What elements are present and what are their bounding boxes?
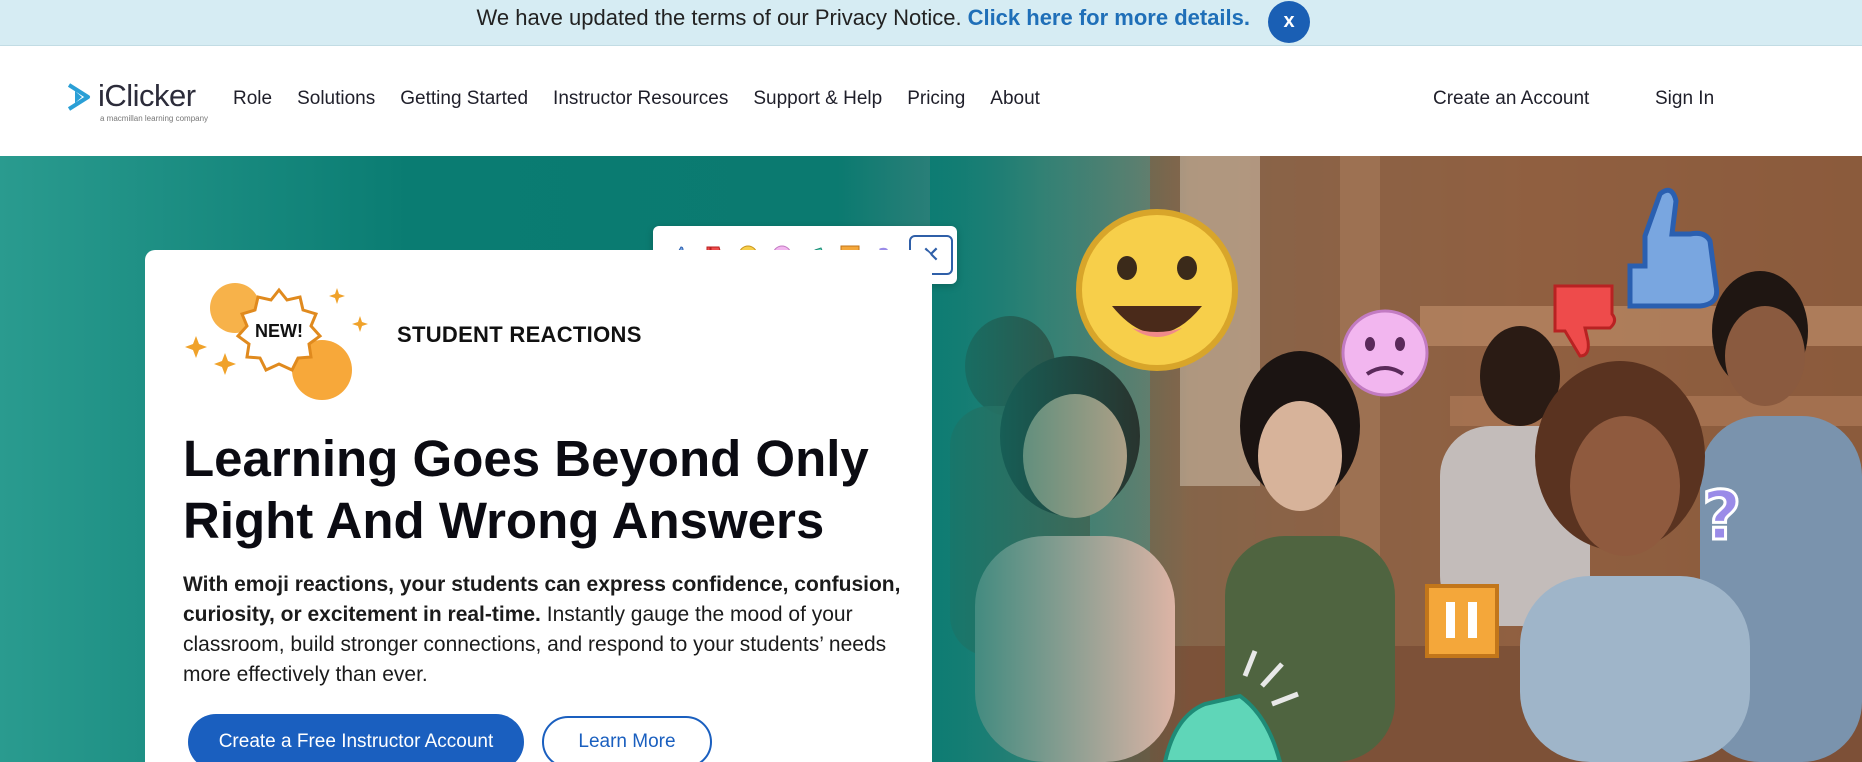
sign-in-link[interactable]: Sign In <box>1655 88 1714 110</box>
logo-tagline: a macmillan learning company <box>100 114 209 123</box>
logo-name: iClicker <box>98 78 196 113</box>
question-mark-emoji-icon: ? <box>1701 476 1743 558</box>
banner-details-link[interactable]: Click here for more details. <box>968 5 1250 30</box>
banner-text: We have updated the terms of our Privacy… <box>476 5 962 30</box>
pause-emoji-icon <box>1425 584 1499 658</box>
nav-item-getting-started[interactable]: Getting Started <box>400 88 528 110</box>
create-free-instructor-account-button[interactable]: Create a Free Instructor Account <box>188 714 524 762</box>
learn-more-button[interactable]: Learn More <box>542 716 712 762</box>
svg-text:?: ? <box>1702 477 1741 556</box>
nav-item-role[interactable]: Role <box>233 88 272 110</box>
nav-item-solutions[interactable]: Solutions <box>297 88 375 110</box>
new-badge-icon: NEW! <box>185 283 368 400</box>
nav-links: Role Solutions Getting Started Instructo… <box>233 88 1040 110</box>
section-eyebrow: STUDENT REACTIONS <box>397 322 642 347</box>
privacy-banner: We have updated the terms of our Privacy… <box>0 0 1862 46</box>
nav-item-instructor-resources[interactable]: Instructor Resources <box>553 88 728 110</box>
create-account-link[interactable]: Create an Account <box>1433 88 1589 110</box>
nav-item-about[interactable]: About <box>990 88 1040 110</box>
play-logo-icon <box>67 83 90 111</box>
hero-card: NEW! STUDENT REACTIONS Learning Goes Bey… <box>145 250 932 762</box>
hero-title: Learning Goes Beyond Only Right And Wron… <box>183 430 869 549</box>
iclicker-logo[interactable]: iClicker a macmillan learning company <box>66 78 216 123</box>
banner-close-button[interactable]: x <box>1268 1 1310 43</box>
hero-description: With emoji reactions, your students can … <box>183 570 903 690</box>
banner-message: We have updated the terms of our Privacy… <box>0 0 1251 36</box>
big-smile-emoji-icon <box>1076 209 1238 371</box>
confused-face-emoji-icon <box>1341 309 1429 397</box>
nav-item-support-help[interactable]: Support & Help <box>753 88 882 110</box>
main-navigation: iClicker a macmillan learning company Ro… <box>0 46 1862 156</box>
nav-item-pricing[interactable]: Pricing <box>907 88 965 110</box>
hero-section: ? ? ✕ <box>0 156 1862 762</box>
badge-text: NEW! <box>255 321 303 341</box>
